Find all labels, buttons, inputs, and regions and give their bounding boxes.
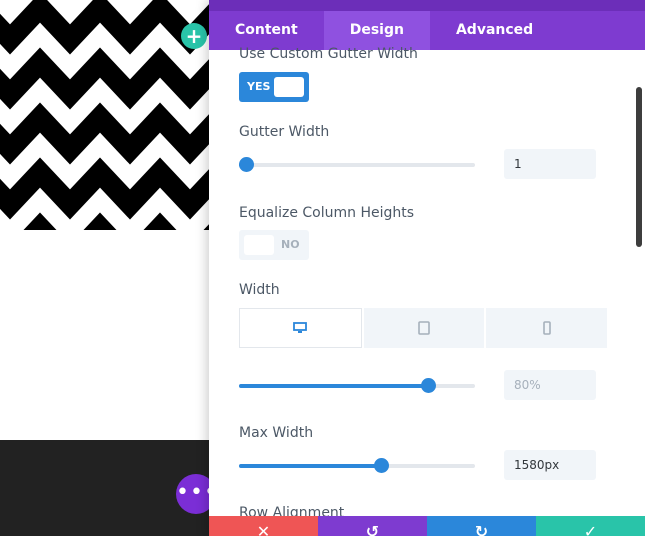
equalize-heights-label: Equalize Column Heights: [239, 205, 415, 221]
tab-content[interactable]: Content: [209, 11, 324, 50]
plus-icon: +: [185, 24, 203, 48]
device-switcher: [239, 308, 608, 350]
max-width-slider[interactable]: [239, 458, 475, 473]
equalize-heights-toggle[interactable]: NO: [239, 230, 309, 260]
tab-advanced[interactable]: Advanced: [430, 11, 559, 50]
width-thumb[interactable]: [420, 378, 436, 393]
toggle-no-text: NO: [281, 238, 300, 251]
width-fill: [239, 384, 428, 388]
device-phone-button[interactable]: [486, 308, 608, 348]
gutter-width-input[interactable]: 1: [504, 149, 596, 179]
desktop-icon: [293, 322, 308, 333]
max-width-fill: [239, 464, 381, 468]
tab-design[interactable]: Design: [323, 11, 430, 50]
max-width-input[interactable]: 1580px: [504, 450, 596, 480]
undo-button[interactable]: ↺: [318, 516, 427, 536]
redo-icon: ↻: [474, 522, 489, 536]
add-module-button[interactable]: +: [181, 23, 207, 49]
undo-icon: ↺: [365, 522, 380, 536]
settings-panel: Content Design Advanced Use Custom Gutte…: [209, 0, 645, 536]
width-input[interactable]: 80%: [504, 370, 596, 400]
width-label: Width: [239, 282, 280, 298]
close-icon: ✕: [256, 522, 271, 536]
device-desktop-button[interactable]: [239, 308, 362, 348]
save-button[interactable]: ✓: [536, 516, 645, 536]
panel-tabs: Content Design Advanced: [209, 11, 645, 50]
discard-button[interactable]: ✕: [209, 516, 318, 536]
redo-button[interactable]: ↻: [427, 516, 536, 536]
use-custom-gutter-label: Use Custom Gutter Width: [239, 46, 418, 62]
width-slider[interactable]: [239, 378, 475, 393]
panel-header-strip: [209, 0, 645, 11]
max-width-thumb[interactable]: [373, 458, 389, 473]
phone-icon: [542, 321, 551, 335]
check-icon: ✓: [583, 522, 598, 536]
zigzag-pattern: [0, 0, 210, 230]
device-tablet-button[interactable]: [363, 308, 485, 348]
toggle-knob: [244, 235, 274, 255]
max-width-label: Max Width: [239, 425, 314, 441]
toggle-knob: [274, 77, 304, 97]
tablet-icon: [418, 321, 430, 335]
use-custom-gutter-toggle[interactable]: YES: [239, 72, 309, 102]
gutter-width-label: Gutter Width: [239, 124, 330, 140]
zigzag-background-image: [0, 0, 210, 230]
panel-scrollbar[interactable]: [636, 87, 642, 247]
toggle-yes-text: YES: [247, 80, 271, 93]
gutter-width-slider[interactable]: [239, 157, 475, 172]
gutter-width-thumb[interactable]: [239, 157, 255, 172]
panel-action-bar: ✕ ↺ ↻ ✓: [209, 516, 645, 536]
